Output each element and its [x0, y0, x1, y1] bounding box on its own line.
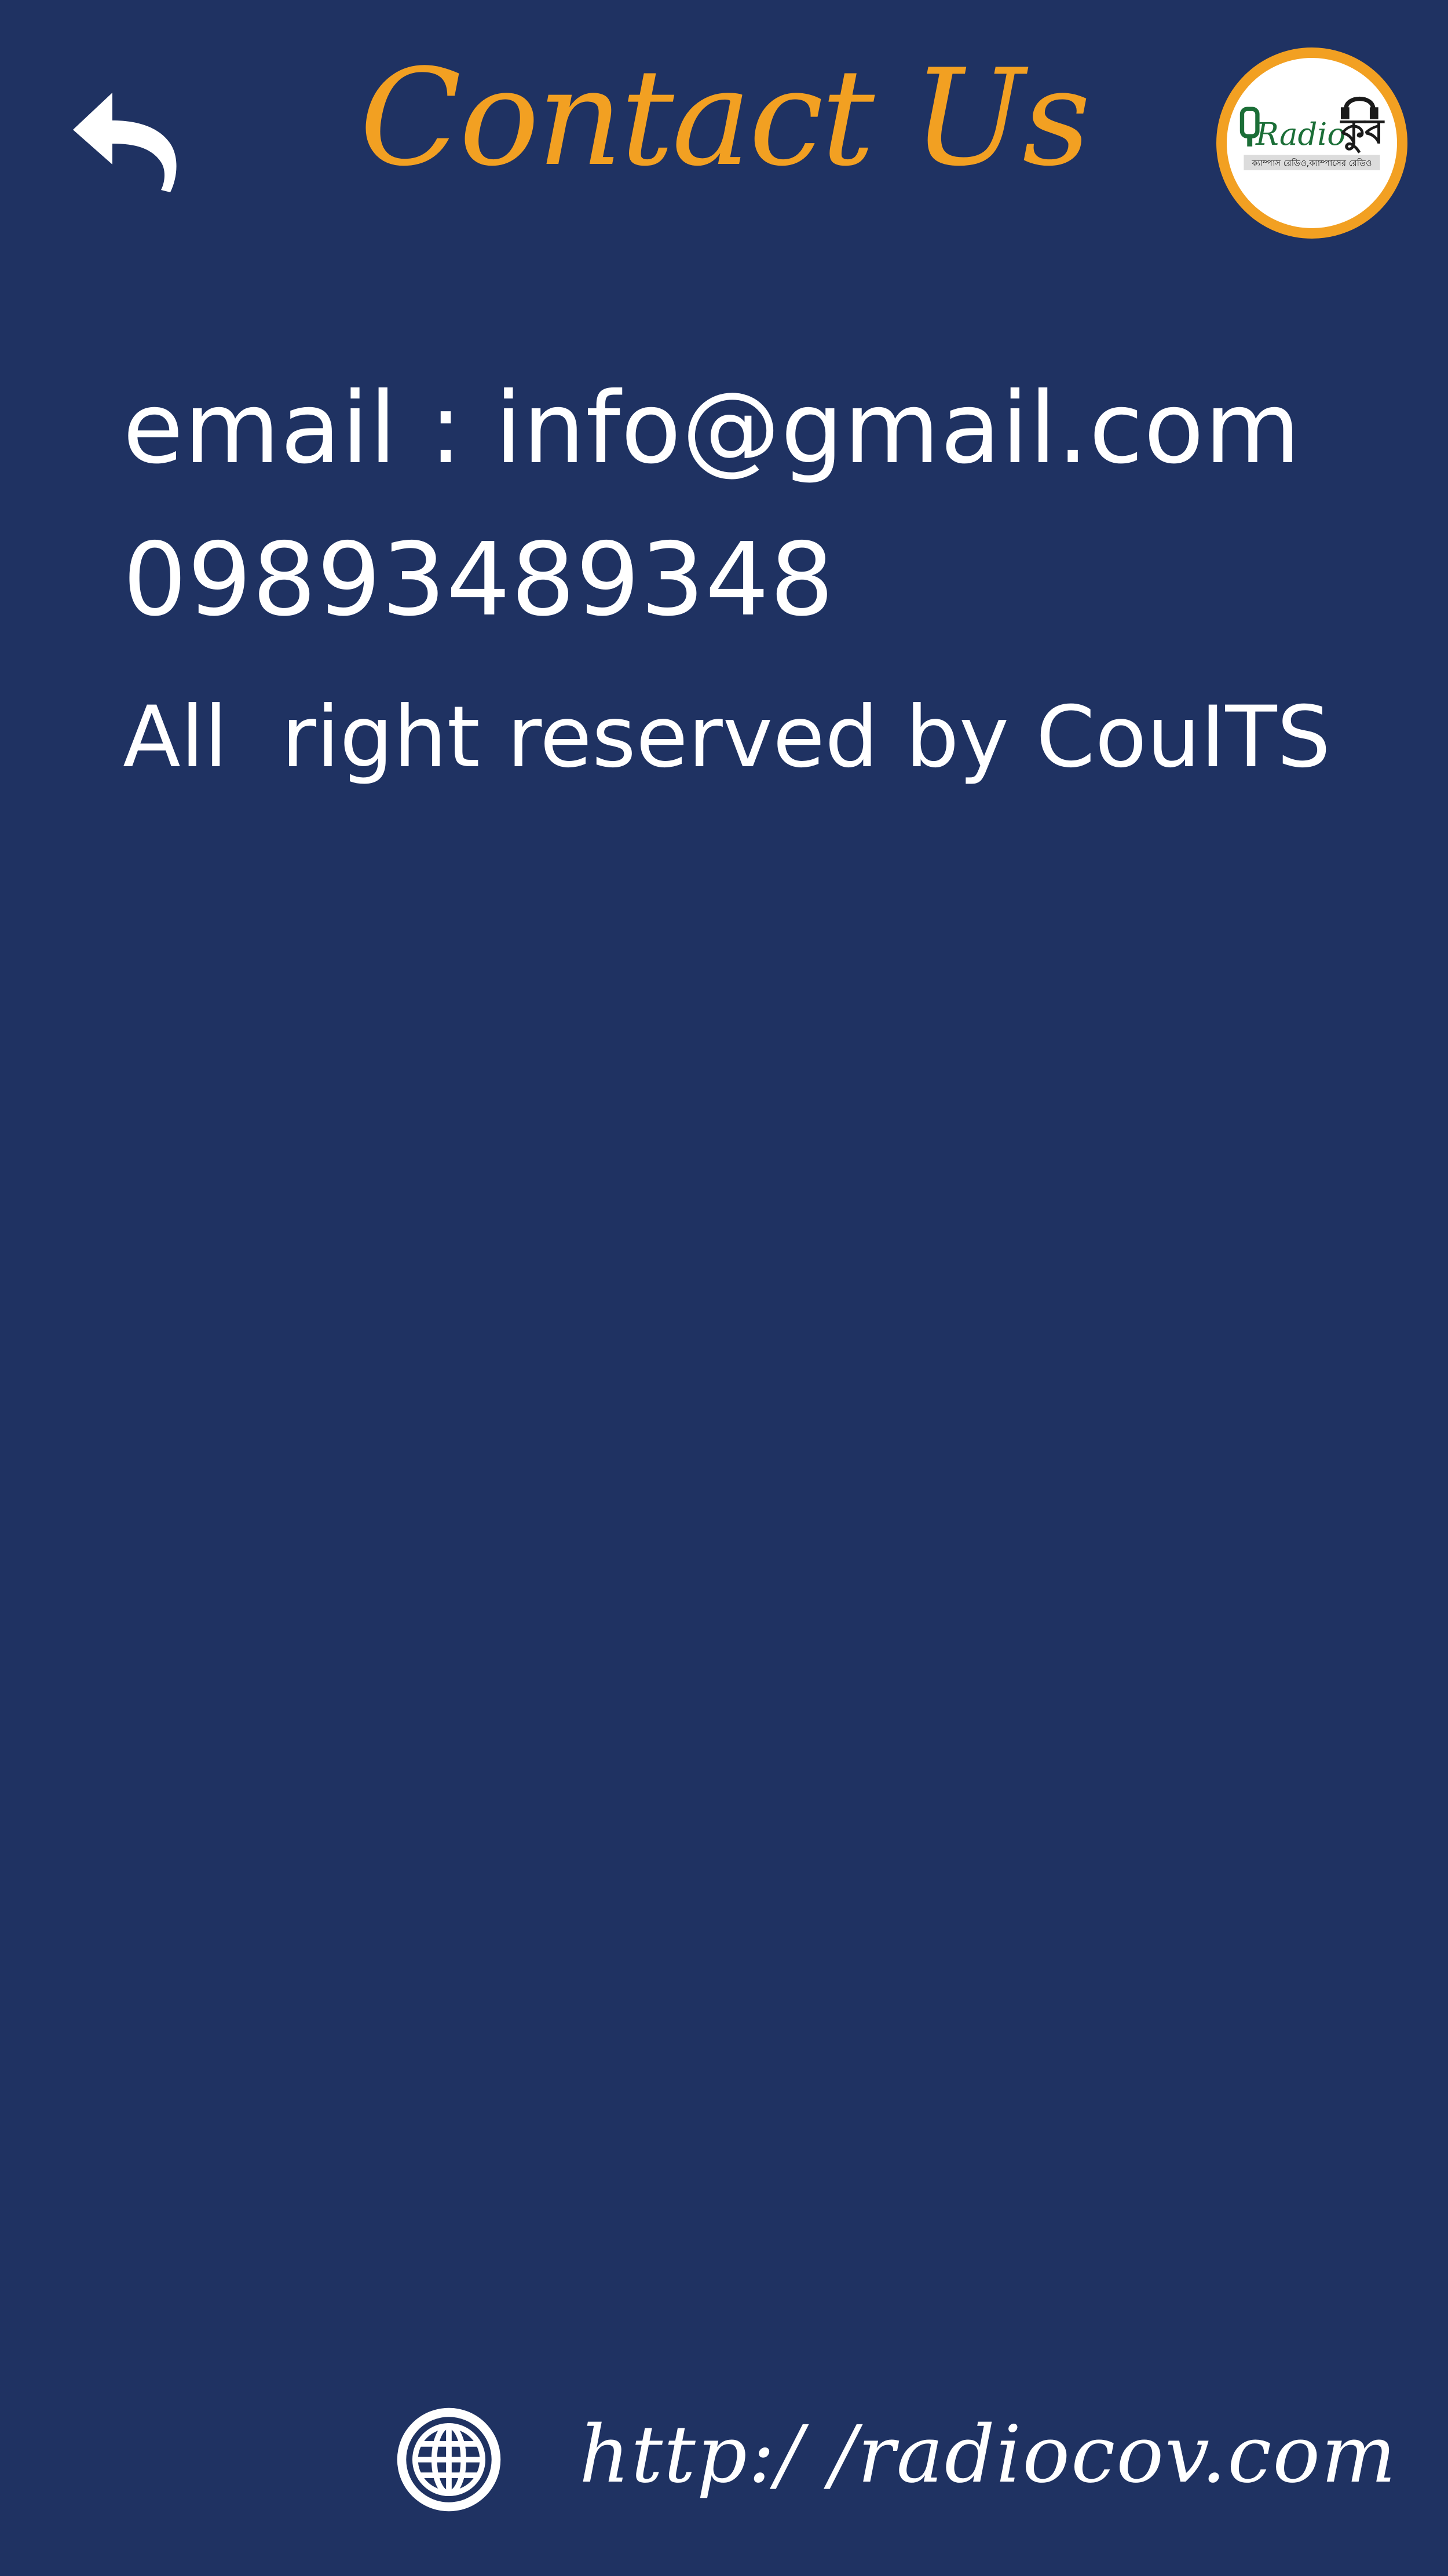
copyright-text: All right reserved by CouITS — [123, 688, 1331, 786]
logo-text: Radio — [1255, 117, 1345, 152]
footer: http:/ /radiocov.com — [0, 2392, 1448, 2525]
app-logo: Radio কুব ক্যাম্পাস রেডিও,ক্যাম্পাসের রে… — [1216, 47, 1407, 239]
globe-icon — [393, 2403, 505, 2516]
website-link[interactable]: http:/ /radiocov.com — [579, 2408, 1397, 2502]
contact-phone[interactable]: 09893489348 — [123, 530, 835, 631]
logo-tagline: ক্যাম্পাস রেডিও,ক্যাম্পাসের রেডিও — [1251, 158, 1372, 169]
contact-email[interactable]: email : info@gmail.com — [123, 379, 1301, 478]
radio-logo-graphic: Radio কুব ক্যাম্পাস রেডিও,ক্যাম্পাসের রে… — [1237, 96, 1387, 171]
